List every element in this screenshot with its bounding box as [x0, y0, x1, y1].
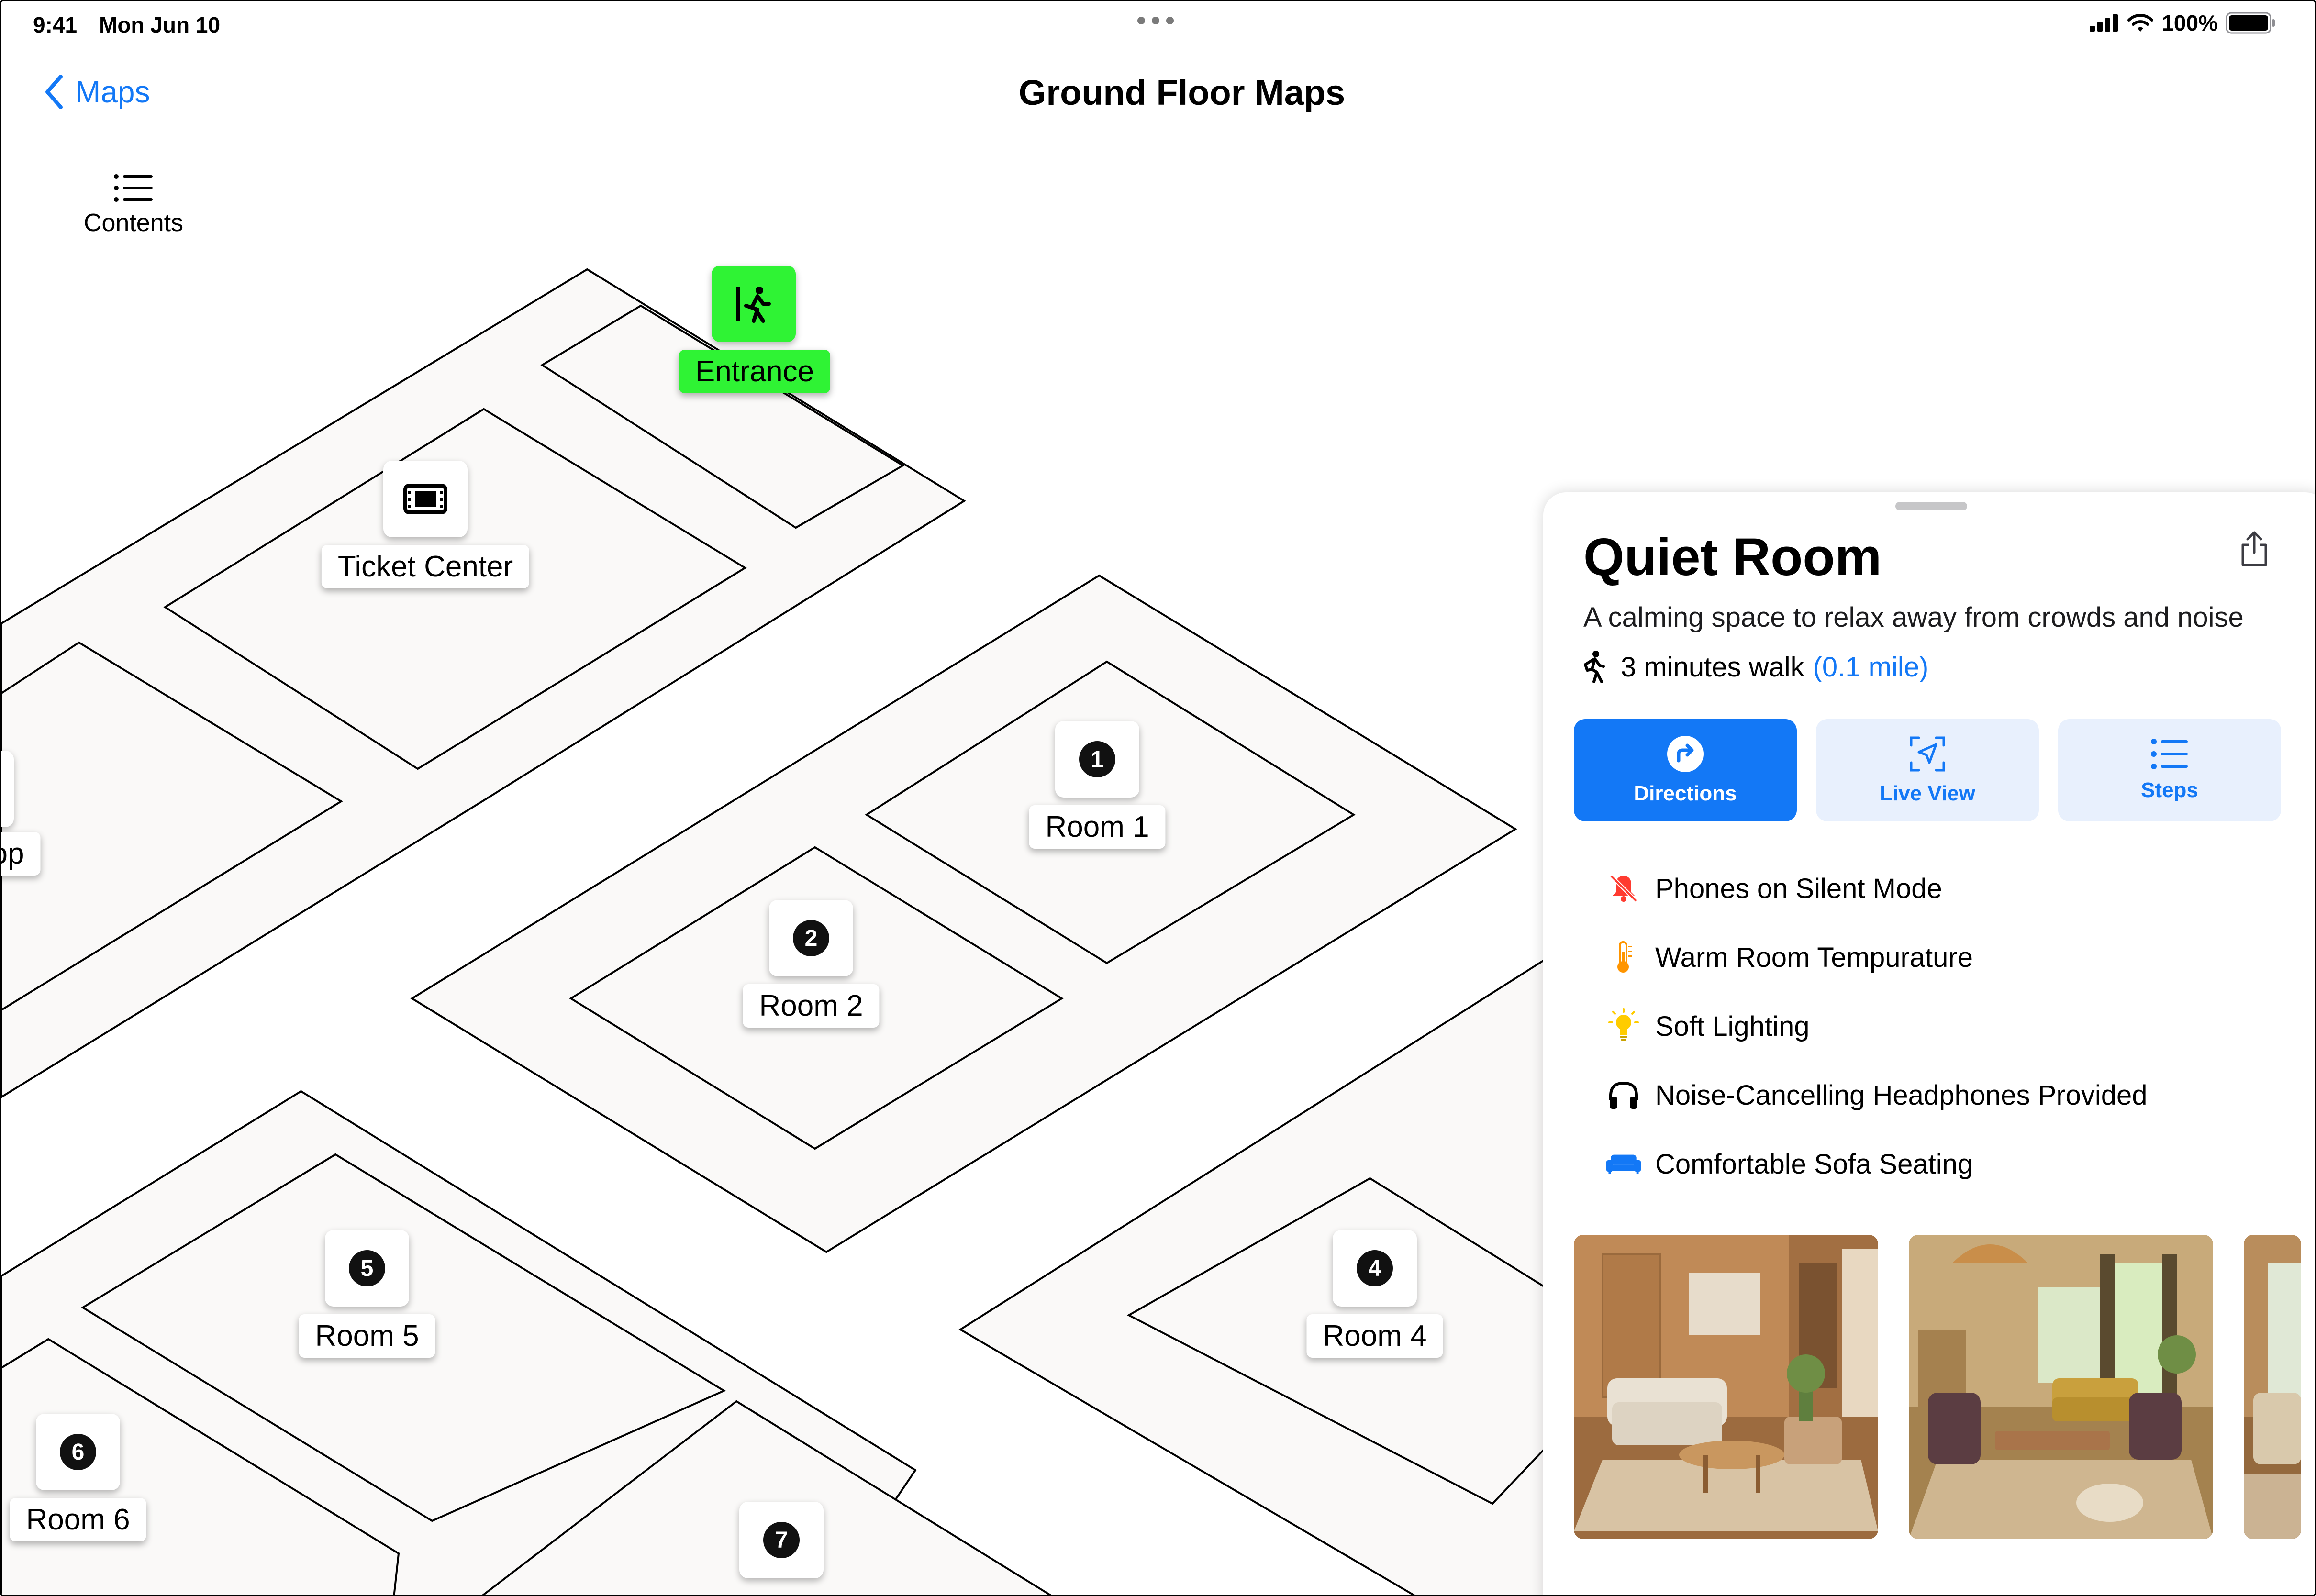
contents-label: Contents	[83, 209, 184, 237]
amenity-item: Phones on Silent Mode	[1605, 854, 2148, 923]
amenity-label: Noise-Cancelling Headphones Provided	[1655, 1079, 2148, 1111]
bell-slash-icon	[1610, 875, 1637, 902]
thermometer-icon	[1617, 941, 1632, 973]
live-view-button[interactable]: Live View	[1816, 719, 2039, 821]
sofa-icon	[1606, 1154, 1641, 1175]
steps-label: Steps	[2141, 778, 2198, 802]
amenity-label: Warm Room Tempurature	[1655, 942, 1973, 973]
entrance-icon	[736, 287, 771, 323]
amenities-list: Phones on Silent Mode Warm Room Tempurat…	[1605, 854, 2148, 1198]
room-number-badge: 7	[763, 1522, 800, 1558]
walk-distance: (0.1 mile)	[1813, 651, 1929, 683]
room-5-pin[interactable]: 5	[325, 1230, 409, 1307]
battery-percentage: 100%	[2161, 11, 2218, 35]
room-1-pin[interactable]: 1	[1055, 721, 1139, 798]
page-title: Ground Floor Maps	[1018, 73, 1346, 112]
walk-time: 3 minutes walk	[1621, 651, 1804, 683]
amenity-item: Noise-Cancelling Headphones Provided	[1605, 1061, 2148, 1130]
amenity-item: Soft Lighting	[1605, 992, 2148, 1061]
walking-icon	[1584, 651, 1605, 683]
room-number-badge: 2	[793, 920, 829, 956]
ticket-icon	[403, 484, 447, 514]
room-5-label[interactable]: Room 5	[299, 1314, 435, 1358]
list-icon	[114, 174, 153, 202]
shop-label[interactable]: op	[1, 832, 41, 876]
place-description: A calming space to relax away from crowd…	[1583, 602, 2244, 633]
room-photo[interactable]	[2244, 1235, 2301, 1539]
status-date: Mon Jun 10	[99, 12, 221, 37]
room-4-label[interactable]: Room 4	[1306, 1314, 1443, 1358]
amenity-label: Comfortable Sofa Seating	[1655, 1148, 1973, 1180]
photo-gallery[interactable]	[1574, 1235, 2301, 1539]
battery-icon	[2226, 12, 2275, 34]
shop-pin[interactable]	[1, 751, 14, 827]
contents-button[interactable]: Contents	[72, 174, 195, 237]
live-view-icon	[1910, 736, 1945, 772]
room-number-badge: 4	[1357, 1250, 1393, 1286]
amenity-item: Comfortable Sofa Seating	[1605, 1130, 2148, 1198]
lightbulb-icon	[1608, 1008, 1639, 1041]
app-window: Entrance Ticket Center op 1 Room 1 2 Roo…	[0, 0, 2316, 1596]
room-1-label[interactable]: Room 1	[1029, 805, 1166, 849]
room-2-label[interactable]: Room 2	[743, 984, 880, 1028]
amenity-item: Warm Room Tempurature	[1605, 923, 2148, 992]
sheet-grabber[interactable]	[1895, 502, 1967, 510]
directions-label: Directions	[1634, 782, 1737, 805]
room-6-pin[interactable]: 6	[36, 1414, 120, 1490]
share-icon	[2241, 531, 2267, 566]
live-view-label: Live View	[1880, 782, 1975, 805]
place-title: Quiet Room	[1583, 528, 1882, 587]
directions-button[interactable]: Directions	[1574, 719, 1797, 821]
action-buttons: Directions Live View Steps	[1574, 719, 2281, 821]
room-number-badge: 1	[1079, 741, 1115, 777]
directions-icon	[1667, 736, 1704, 772]
room-number-badge: 6	[60, 1434, 96, 1470]
wifi-icon	[2127, 14, 2154, 32]
share-button[interactable]	[2240, 531, 2269, 569]
place-detail-sheet: Quiet Room A calming space to relax away…	[1543, 492, 2315, 1595]
amenity-label: Soft Lighting	[1655, 1010, 1810, 1042]
headphones-icon	[1609, 1081, 1638, 1109]
amenity-label: Phones on Silent Mode	[1655, 873, 1942, 904]
status-indicators: 100%	[2090, 10, 2276, 36]
walk-info: 3 minutes walk (0.1 mile)	[1583, 650, 1928, 684]
list-icon	[2151, 739, 2188, 769]
room-photo[interactable]	[1574, 1235, 1878, 1539]
multitasking-dots[interactable]	[1137, 17, 1174, 24]
cellular-signal-icon	[2090, 14, 2118, 32]
room-4-pin[interactable]: 4	[1333, 1230, 1417, 1307]
room-photo[interactable]	[1909, 1235, 2213, 1539]
room-7-pin[interactable]: 7	[739, 1502, 824, 1578]
room-number-badge: 5	[349, 1250, 385, 1286]
room-2-pin[interactable]: 2	[769, 900, 853, 976]
ticket-center-pin[interactable]	[383, 461, 468, 537]
entrance-label[interactable]: Entrance	[679, 350, 831, 393]
steps-button[interactable]: Steps	[2058, 719, 2281, 821]
status-time: 9:41	[33, 12, 78, 37]
ticket-center-label[interactable]: Ticket Center	[321, 545, 530, 588]
entrance-pin[interactable]	[712, 266, 796, 342]
room-6-label[interactable]: Room 6	[10, 1498, 146, 1541]
